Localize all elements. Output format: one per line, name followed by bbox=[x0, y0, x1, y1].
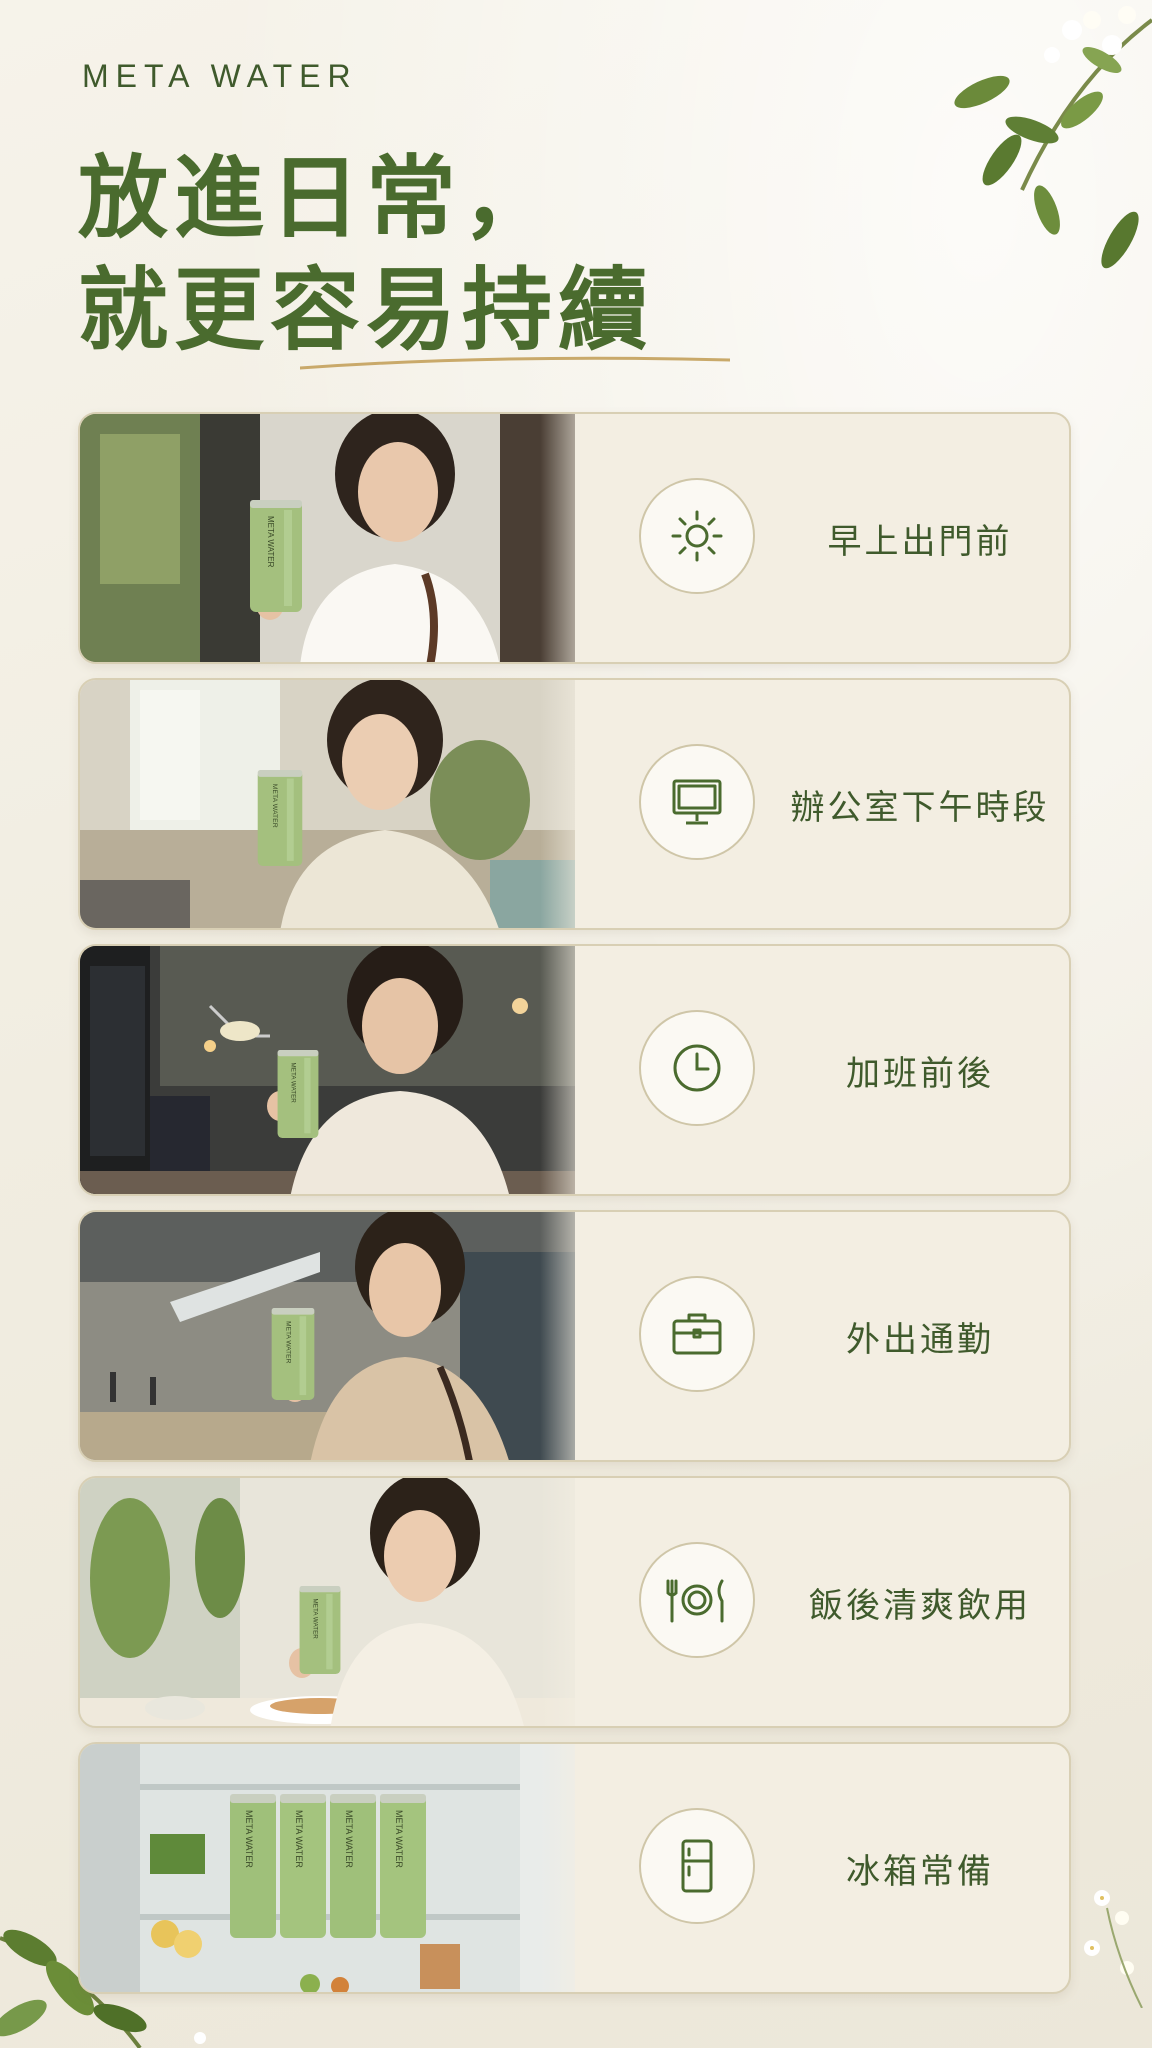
moment-label: 加班前後 bbox=[846, 1053, 994, 1094]
photo-commute-station: META WATER bbox=[80, 1212, 575, 1460]
icon-badge bbox=[639, 478, 755, 594]
flower-bottom-right-decoration bbox=[1084, 1890, 1143, 2008]
photo-fade bbox=[540, 1744, 575, 1992]
monitor-icon bbox=[672, 779, 722, 825]
refrigerator-icon bbox=[681, 1839, 713, 1893]
photo-overtime-desk: META WATER bbox=[80, 946, 575, 1194]
photo-fade bbox=[540, 1478, 575, 1726]
headline-line-2: 就更容易持續 bbox=[78, 257, 654, 363]
headline-underline bbox=[300, 356, 730, 370]
photo-after-meal: META WATER bbox=[80, 1478, 575, 1726]
can-icon: META WATER bbox=[257, 770, 303, 866]
can-label: META WATER bbox=[266, 516, 275, 568]
leaf-branch-decoration bbox=[954, 6, 1152, 269]
moment-card-fridge: META WATER META WATER META WATER META WA… bbox=[78, 1742, 1071, 1994]
photo-office-afternoon: META WATER bbox=[80, 680, 575, 928]
brand-logo: META WATER bbox=[82, 58, 358, 94]
moment-card-commute: META WATER 外出通勤 bbox=[78, 1210, 1071, 1462]
fork-plate-knife-icon bbox=[666, 1579, 724, 1623]
can-row-icon: META WATER META WATER META WATER META WA… bbox=[230, 1794, 426, 1938]
photo-fridge-stock: META WATER META WATER META WATER META WA… bbox=[80, 1744, 575, 1992]
photo-fade bbox=[540, 1212, 575, 1460]
icon-badge bbox=[639, 1010, 755, 1126]
headline-line-1: 放進日常， bbox=[78, 145, 558, 251]
photo-fade bbox=[540, 946, 575, 1194]
can-label: META WATER bbox=[394, 1810, 404, 1868]
can-label: META WATER bbox=[294, 1810, 304, 1868]
can-label: META WATER bbox=[271, 784, 278, 828]
icon-badge bbox=[639, 1542, 755, 1658]
can-label: META WATER bbox=[290, 1063, 297, 1104]
photo-fade bbox=[540, 680, 575, 928]
moment-card-office: META WATER 辦公室下午時段 bbox=[78, 678, 1071, 930]
icon-badge bbox=[639, 1808, 755, 1924]
icon-badge bbox=[639, 1276, 755, 1392]
can-icon: META WATER bbox=[299, 1586, 341, 1674]
moment-label: 冰箱常備 bbox=[846, 1851, 994, 1892]
moment-card-overtime: META WATER 加班前後 bbox=[78, 944, 1071, 1196]
moment-label: 飯後清爽飲用 bbox=[809, 1585, 1031, 1626]
moment-label: 外出通勤 bbox=[846, 1319, 994, 1360]
moment-label: 早上出門前 bbox=[827, 521, 1013, 562]
photo-morning-doorway: META WATER bbox=[80, 414, 575, 662]
sun-icon bbox=[671, 510, 723, 562]
briefcase-icon bbox=[672, 1313, 722, 1355]
can-label: META WATER bbox=[284, 1321, 291, 1363]
can-icon: META WATER bbox=[250, 500, 302, 612]
icon-badge bbox=[639, 744, 755, 860]
can-label: META WATER bbox=[244, 1810, 254, 1868]
can-label: META WATER bbox=[312, 1599, 319, 1640]
moment-card-after-meal: META WATER 飯後清爽飲用 bbox=[78, 1476, 1071, 1728]
can-icon: META WATER bbox=[271, 1308, 315, 1400]
moment-label: 辦公室下午時段 bbox=[790, 787, 1050, 828]
can-icon: META WATER bbox=[277, 1050, 319, 1138]
can-label: META WATER bbox=[344, 1810, 354, 1868]
photo-fade bbox=[540, 414, 575, 662]
clock-icon bbox=[673, 1044, 721, 1092]
page-headline: 放進日常， 就更容易持續 bbox=[78, 142, 654, 366]
moment-card-morning: META WATER 早上出門前 bbox=[78, 412, 1071, 664]
